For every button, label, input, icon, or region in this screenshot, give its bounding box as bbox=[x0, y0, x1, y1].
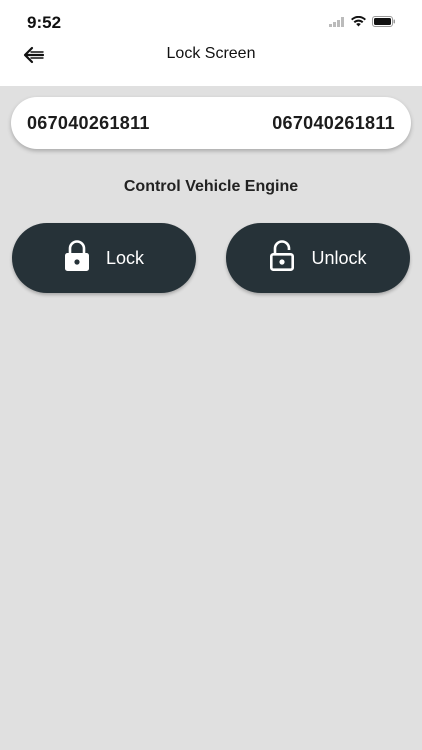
lock-open-icon bbox=[269, 239, 295, 277]
vehicle-id-card: 067040261811 067040261811 bbox=[11, 97, 411, 149]
lock-button-label: Lock bbox=[105, 247, 145, 268]
lock-closed-icon bbox=[64, 239, 90, 277]
wifi-icon bbox=[351, 14, 366, 32]
control-section-title: Control Vehicle Engine bbox=[123, 178, 299, 195]
status-time: 9:52 bbox=[27, 13, 62, 32]
vehicle-id-left: 067040261811 bbox=[27, 112, 150, 133]
status-icons bbox=[329, 14, 396, 32]
status-bar: 9:52 bbox=[0, 0, 422, 40]
lock-button[interactable]: Lock bbox=[12, 223, 196, 293]
app-bar: Lock Screen bbox=[0, 40, 422, 86]
vehicle-id-right: 067040261811 bbox=[272, 112, 395, 133]
unlock-button[interactable]: Unlock bbox=[226, 223, 410, 293]
page-title: Lock Screen bbox=[166, 45, 256, 62]
unlock-button-label: Unlock bbox=[311, 247, 367, 268]
battery-icon bbox=[372, 14, 396, 32]
signal-icon bbox=[329, 14, 345, 32]
